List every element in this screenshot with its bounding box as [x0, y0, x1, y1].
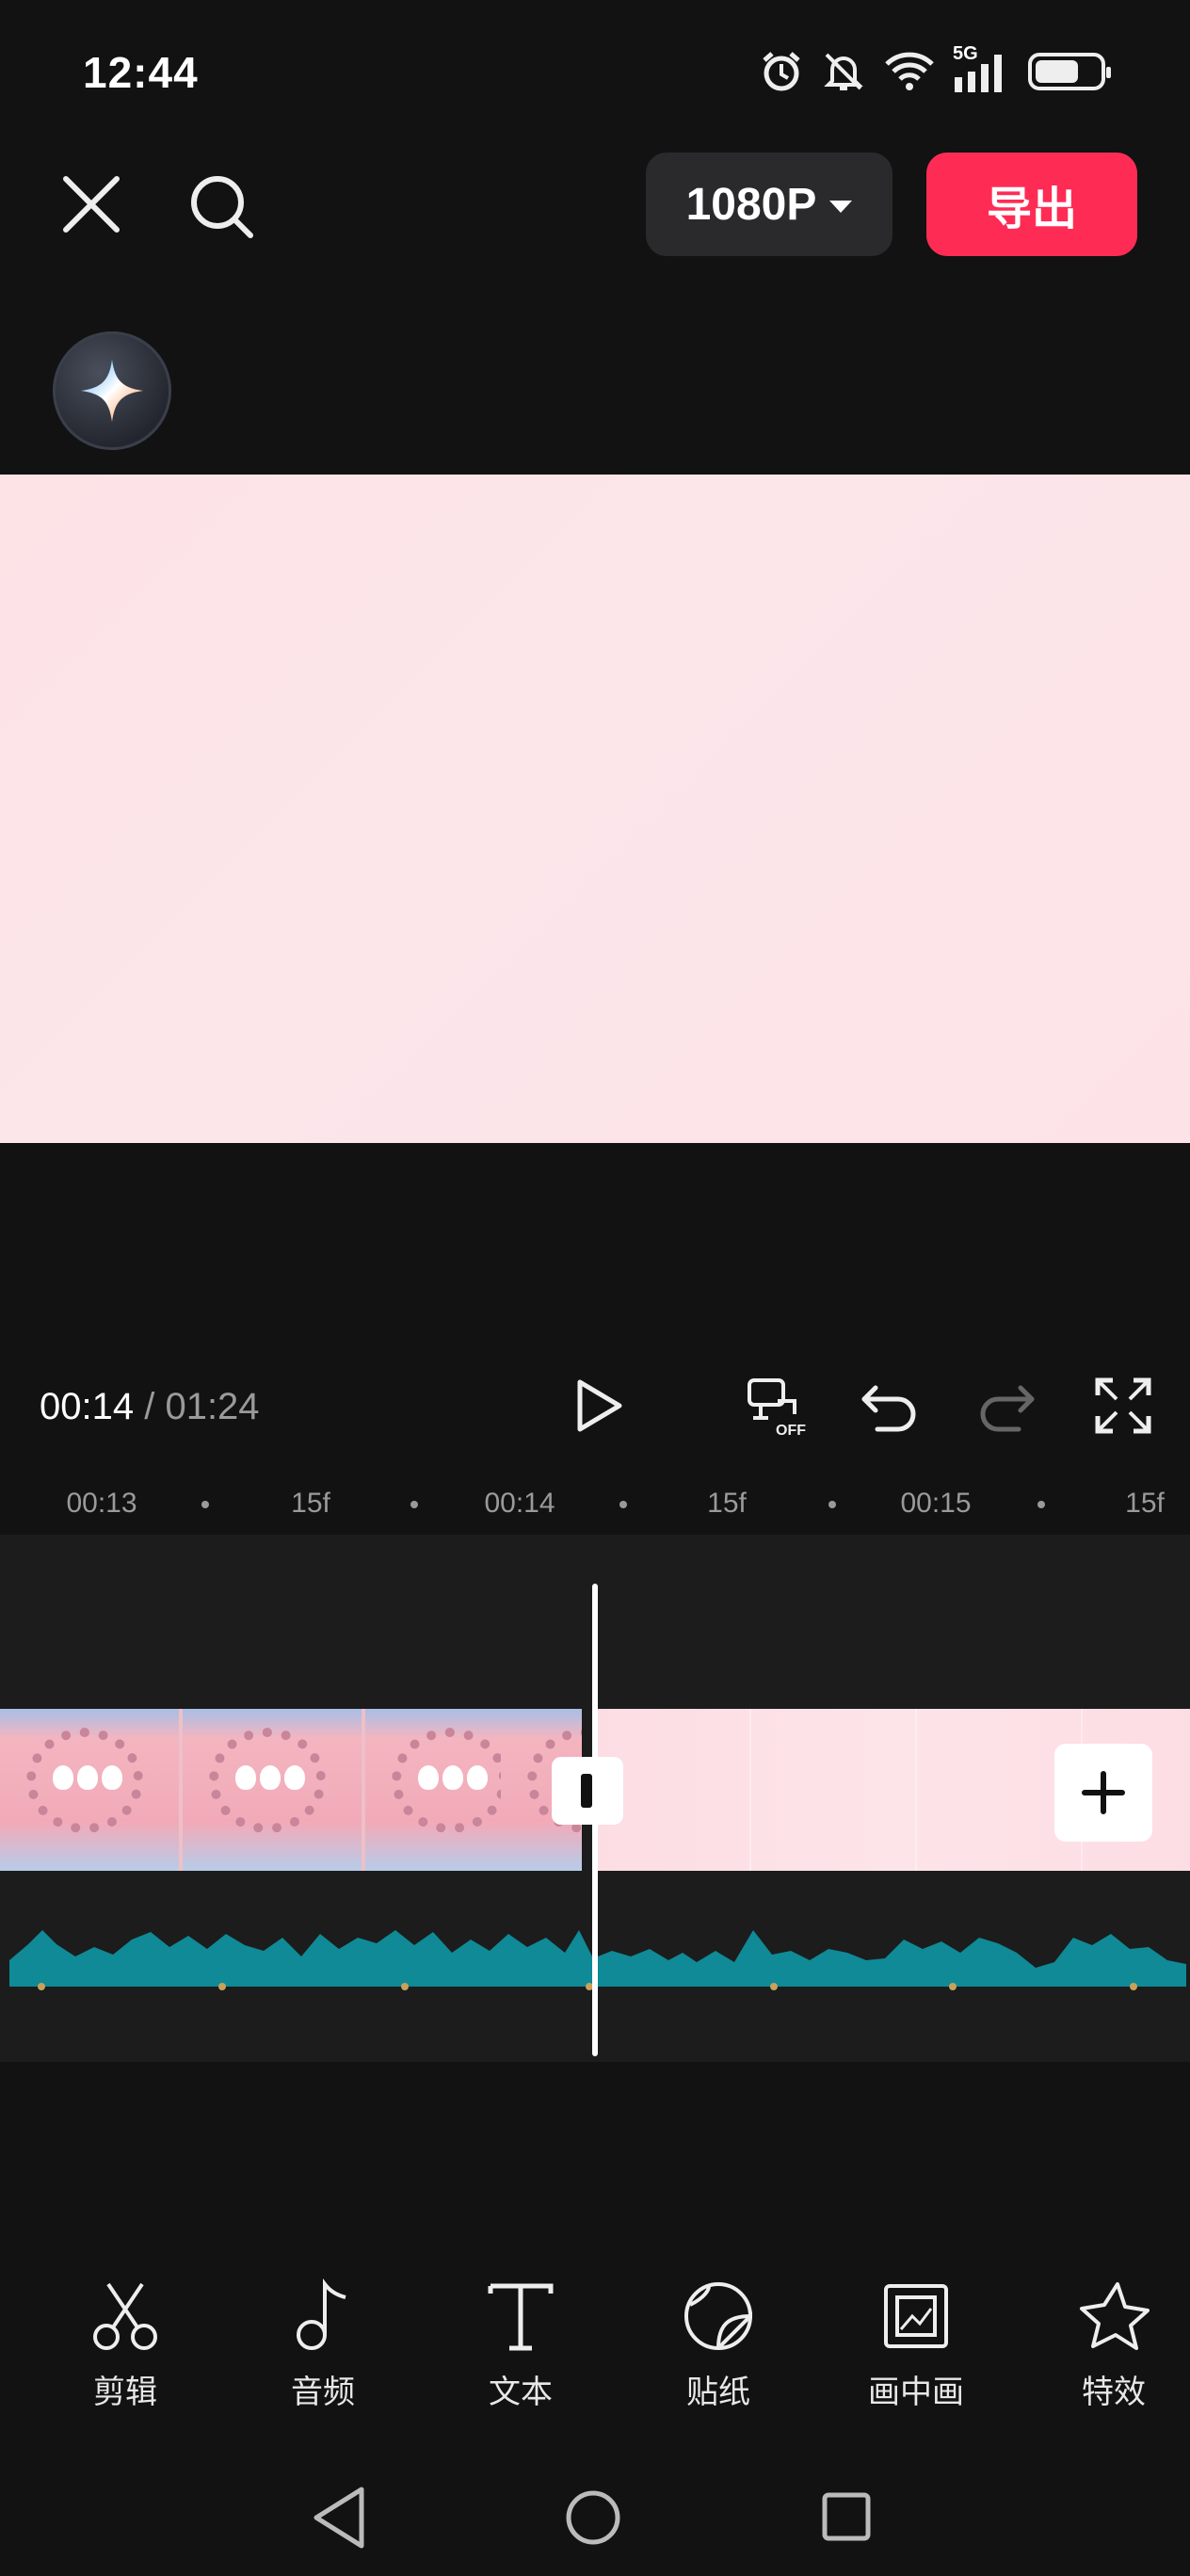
undo-icon[interactable] [857, 1373, 923, 1439]
svg-text:OFF: OFF [776, 1423, 806, 1439]
ruler-dot [201, 1501, 209, 1508]
plus-icon [1082, 1771, 1125, 1814]
ruler-label: 00:14 [484, 1488, 555, 1519]
music-note-icon [297, 2278, 346, 2350]
mute-icon [824, 53, 863, 90]
timecode: 00:14 / 01:24 [40, 1386, 260, 1428]
network-type: 5G [953, 43, 978, 64]
clip-frame [0, 1709, 179, 1871]
text-icon [488, 2283, 554, 2351]
tool-label: 贴纸 [686, 2375, 750, 2410]
wifi-icon [885, 52, 934, 90]
sparkle-icon [81, 360, 143, 422]
tool-effects[interactable]: 特效 [1043, 2278, 1184, 2412]
video-clip-thumbnails[interactable] [0, 1709, 582, 1871]
picture-in-picture-icon [884, 2284, 948, 2348]
ruler-label: 00:13 [66, 1488, 137, 1519]
sticker-icon [684, 2282, 753, 2350]
clip-frame [183, 1709, 362, 1871]
tool-text[interactable]: 文本 [450, 2278, 591, 2412]
tool-audio[interactable]: 音频 [252, 2278, 394, 2412]
system-navigation-bar [314, 2487, 871, 2549]
close-icon[interactable] [56, 169, 126, 239]
resolution-dropdown[interactable]: 1080P [646, 153, 892, 256]
signal-icon: 5G [953, 43, 1011, 94]
status-time: 12:44 [83, 48, 199, 97]
ruler-dot [828, 1501, 836, 1508]
ruler-dot [619, 1501, 627, 1508]
chevron-down-icon [829, 200, 853, 213]
auto-caption-off-icon[interactable]: OFF [744, 1373, 810, 1439]
export-button[interactable]: 导出 [926, 153, 1137, 256]
video-preview[interactable] [0, 475, 1190, 1143]
time-separator: / [134, 1386, 166, 1427]
total-time: 01:24 [165, 1386, 260, 1427]
add-clip-button[interactable] [1054, 1744, 1152, 1842]
current-time: 00:14 [40, 1386, 135, 1427]
alarm-icon [763, 52, 800, 91]
tool-label: 剪辑 [93, 2375, 157, 2410]
export-label: 导出 [986, 185, 1077, 234]
ruler-dot [1037, 1501, 1045, 1508]
ruler-label: 15f [1125, 1488, 1165, 1519]
fullscreen-icon[interactable] [1090, 1373, 1156, 1439]
back-icon[interactable] [314, 2487, 364, 2549]
home-icon[interactable] [566, 2490, 620, 2545]
tool-label: 音频 [291, 2375, 355, 2410]
resolution-label: 1080P [685, 179, 817, 230]
clip-transition-handle[interactable] [552, 1757, 623, 1825]
ruler-dot [410, 1501, 418, 1508]
battery-icon [1028, 53, 1111, 90]
redo-icon[interactable] [973, 1373, 1039, 1439]
tool-pip[interactable]: 画中画 [845, 2278, 987, 2412]
tool-label: 文本 [489, 2375, 553, 2410]
ruler-label: 00:15 [900, 1488, 972, 1519]
ruler-label: 15f [291, 1488, 330, 1519]
scissors-icon [93, 2282, 157, 2350]
playhead[interactable] [592, 1584, 598, 2056]
star-effect-icon [1080, 2282, 1150, 2350]
tool-sticker[interactable]: 贴纸 [648, 2278, 789, 2412]
status-icons: 5G [759, 43, 1111, 94]
tool-label: 画中画 [868, 2375, 964, 2410]
play-icon[interactable] [565, 1373, 631, 1439]
ai-assistant-button[interactable] [53, 331, 171, 450]
tool-label: 特效 [1082, 2375, 1146, 2410]
timeline-ruler[interactable] [0, 1473, 1190, 1534]
ruler-label: 15f [707, 1488, 747, 1519]
search-icon[interactable] [185, 169, 260, 245]
recents-icon[interactable] [822, 2492, 871, 2541]
tool-edit[interactable]: 剪辑 [55, 2278, 196, 2412]
